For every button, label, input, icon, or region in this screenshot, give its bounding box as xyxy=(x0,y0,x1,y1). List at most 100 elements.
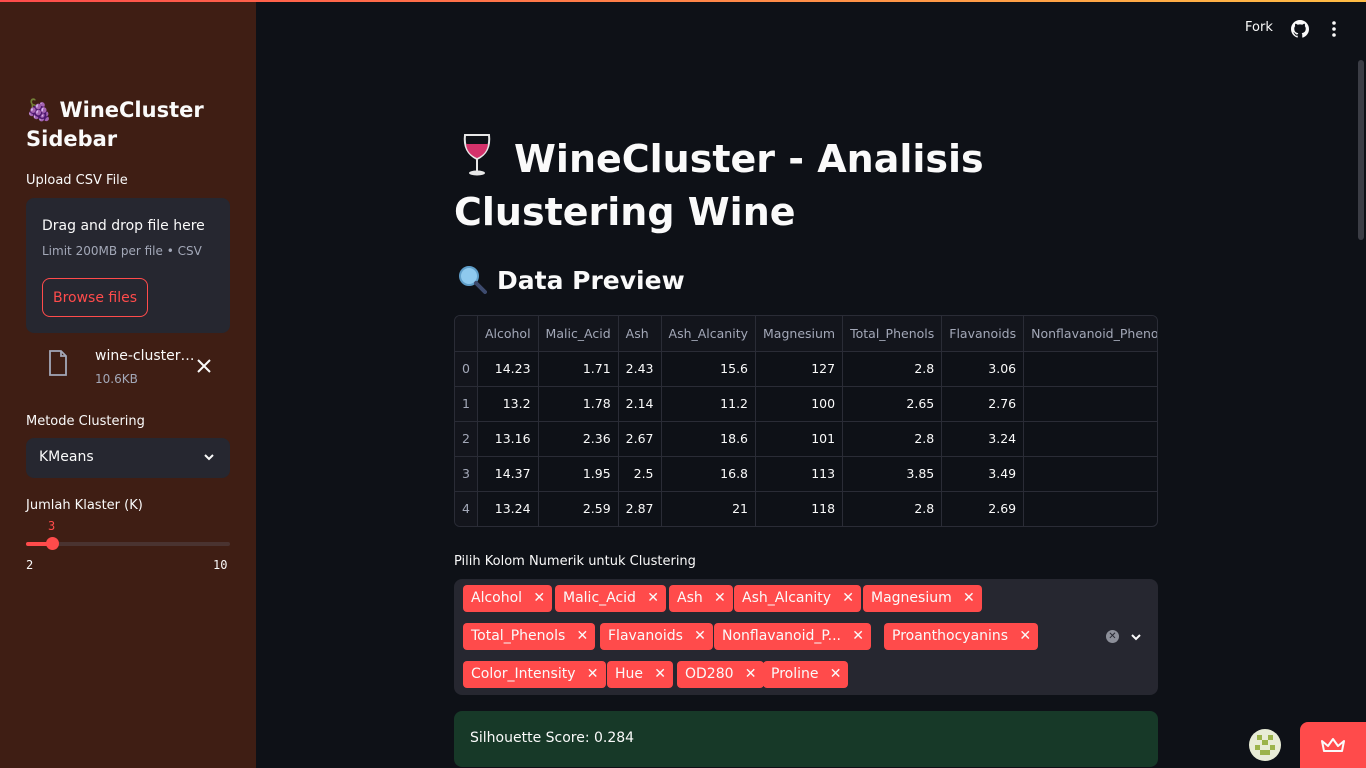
table-cell[interactable]: 18.6 xyxy=(661,421,757,457)
table-cell[interactable]: 11.2 xyxy=(661,386,757,422)
table-cell[interactable] xyxy=(1023,491,1157,526)
table-cell[interactable]: 13.16 xyxy=(477,421,539,457)
tag-color-intensity[interactable]: Color_Intensity ✕ xyxy=(463,661,606,688)
table-cell[interactable]: 118 xyxy=(755,491,844,526)
tag-hue[interactable]: Hue ✕ xyxy=(607,661,674,688)
table-cell[interactable]: 14.37 xyxy=(477,456,539,492)
remove-tag-icon[interactable]: ✕ xyxy=(830,661,842,688)
table-cell[interactable]: 2.65 xyxy=(842,386,943,422)
table-row[interactable]: 3 14.37 1.95 2.5 16.8 113 3.85 3.49 xyxy=(455,456,1157,492)
table-row[interactable]: 4 13.24 2.59 2.87 21 118 2.8 2.69 xyxy=(455,491,1157,526)
table-cell[interactable]: 3.24 xyxy=(941,421,1025,457)
table-cell[interactable]: 13.24 xyxy=(477,491,539,526)
tag-flavanoids[interactable]: Flavanoids ✕ xyxy=(600,623,713,650)
tag-total-phenols[interactable]: Total_Phenols ✕ xyxy=(463,623,596,650)
column-header[interactable]: Magnesium xyxy=(755,316,844,352)
remove-tag-icon[interactable]: ✕ xyxy=(842,585,854,612)
remove-tag-icon[interactable]: ✕ xyxy=(745,661,757,688)
remove-tag-icon[interactable]: ✕ xyxy=(647,585,659,612)
table-cell[interactable]: 2.69 xyxy=(941,491,1025,526)
tag-od280[interactable]: OD280 ✕ xyxy=(677,661,764,688)
browse-files-button[interactable]: Browse files xyxy=(42,278,148,317)
table-cell[interactable]: 3.85 xyxy=(842,456,943,492)
table-cell[interactable]: 2.8 xyxy=(842,491,943,526)
table-cell[interactable]: 113 xyxy=(755,456,844,492)
table-cell[interactable]: 3.49 xyxy=(941,456,1025,492)
remove-tag-icon[interactable]: ✕ xyxy=(587,661,599,688)
table-cell[interactable]: 127 xyxy=(755,351,844,387)
tag-proline[interactable]: Proline ✕ xyxy=(763,661,849,688)
file-dropzone[interactable]: Drag and drop file here Limit 200MB per … xyxy=(26,198,230,333)
table-cell[interactable] xyxy=(1023,351,1157,387)
table-cell[interactable]: 100 xyxy=(755,386,844,422)
table-cell[interactable]: 13.2 xyxy=(477,386,539,422)
table-cell[interactable]: 2.8 xyxy=(842,421,943,457)
column-header[interactable]: Ash xyxy=(618,316,662,352)
tag-proanthocyanins[interactable]: Proanthocyanins ✕ xyxy=(884,623,1039,650)
tag-alcohol[interactable]: Alcohol ✕ xyxy=(463,585,553,612)
table-cell[interactable]: 2.76 xyxy=(941,386,1025,422)
table-cell[interactable] xyxy=(1023,456,1157,492)
column-header[interactable]: Malic_Acid xyxy=(538,316,619,352)
table-cell[interactable]: 101 xyxy=(755,421,844,457)
remove-tag-icon[interactable]: ✕ xyxy=(852,623,864,650)
row-index[interactable]: 0 xyxy=(455,351,478,387)
table-row[interactable]: 0 14.23 1.71 2.43 15.6 127 2.8 3.06 xyxy=(455,351,1157,387)
row-index[interactable]: 2 xyxy=(455,421,478,457)
github-icon[interactable] xyxy=(1291,20,1309,38)
table-cell[interactable]: 1.78 xyxy=(538,386,619,422)
table-cell[interactable]: 2.67 xyxy=(618,421,662,457)
remove-tag-icon[interactable]: ✕ xyxy=(577,623,589,650)
row-index[interactable]: 1 xyxy=(455,386,478,422)
table-cell[interactable]: 2.8 xyxy=(842,351,943,387)
tag-malic-acid[interactable]: Malic_Acid ✕ xyxy=(555,585,666,612)
tag-nonflavanoid-phenols[interactable]: Nonflavanoid_P... ✕ xyxy=(714,623,871,650)
table-cell[interactable]: 3.06 xyxy=(941,351,1025,387)
avatar[interactable] xyxy=(1249,729,1281,761)
column-multiselect[interactable]: Alcohol ✕ Malic_Acid ✕ Ash ✕ Ash_Alcanity ✕ … xyxy=(454,579,1158,695)
remove-tag-icon[interactable]: ✕ xyxy=(533,585,545,612)
table-cell[interactable] xyxy=(1023,386,1157,422)
table-cell[interactable]: 1.95 xyxy=(538,456,619,492)
method-select[interactable]: KMeans xyxy=(26,438,230,478)
table-cell[interactable]: 2.59 xyxy=(538,491,619,526)
remove-tag-icon[interactable]: ✕ xyxy=(694,623,706,650)
table-cell[interactable]: 2.14 xyxy=(618,386,662,422)
table-cell[interactable]: 1.71 xyxy=(538,351,619,387)
table-row[interactable]: 2 13.16 2.36 2.67 18.6 101 2.8 3.24 xyxy=(455,421,1157,457)
row-index[interactable]: 3 xyxy=(455,456,478,492)
row-index[interactable]: 4 xyxy=(455,491,478,526)
fork-button[interactable]: Fork xyxy=(1245,20,1273,35)
column-header[interactable]: Ash_Alcanity xyxy=(661,316,757,352)
table-cell[interactable]: 2.87 xyxy=(618,491,662,526)
column-header[interactable]: Flavanoids xyxy=(941,316,1025,352)
streamlit-badge-button[interactable] xyxy=(1300,722,1366,768)
table-cell[interactable]: 14.23 xyxy=(477,351,539,387)
chevron-down-icon[interactable] xyxy=(1129,630,1143,644)
scrollbar[interactable] xyxy=(1358,60,1364,240)
clear-all-icon[interactable]: ✕ xyxy=(1106,630,1119,643)
remove-tag-icon[interactable]: ✕ xyxy=(963,585,975,612)
tag-ash-alcanity[interactable]: Ash_Alcanity ✕ xyxy=(734,585,862,612)
table-cell[interactable]: 15.6 xyxy=(661,351,757,387)
column-header[interactable]: Nonflavanoid_Phenols xyxy=(1023,316,1157,352)
remove-tag-icon[interactable]: ✕ xyxy=(1019,623,1031,650)
data-preview-table[interactable]: Alcohol Malic_Acid Ash Ash_Alcanity Magn… xyxy=(454,315,1158,527)
column-header[interactable]: Alcohol xyxy=(477,316,539,352)
table-row[interactable]: 1 13.2 1.78 2.14 11.2 100 2.65 2.76 xyxy=(455,386,1157,422)
column-header[interactable]: Total_Phenols xyxy=(842,316,943,352)
tag-ash[interactable]: Ash ✕ xyxy=(669,585,733,612)
table-cell[interactable]: 2.36 xyxy=(538,421,619,457)
column-header[interactable] xyxy=(455,316,478,352)
kebab-menu-icon[interactable] xyxy=(1326,20,1342,38)
k-slider-handle[interactable] xyxy=(46,537,59,550)
table-cell[interactable]: 2.5 xyxy=(618,456,662,492)
remove-tag-icon[interactable]: ✕ xyxy=(714,585,726,612)
table-cell[interactable] xyxy=(1023,421,1157,457)
table-cell[interactable]: 2.43 xyxy=(618,351,662,387)
close-icon[interactable] xyxy=(194,356,214,376)
remove-tag-icon[interactable]: ✕ xyxy=(654,661,666,688)
k-slider[interactable] xyxy=(26,537,230,550)
tag-magnesium[interactable]: Magnesium ✕ xyxy=(863,585,982,612)
table-cell[interactable]: 16.8 xyxy=(661,456,757,492)
